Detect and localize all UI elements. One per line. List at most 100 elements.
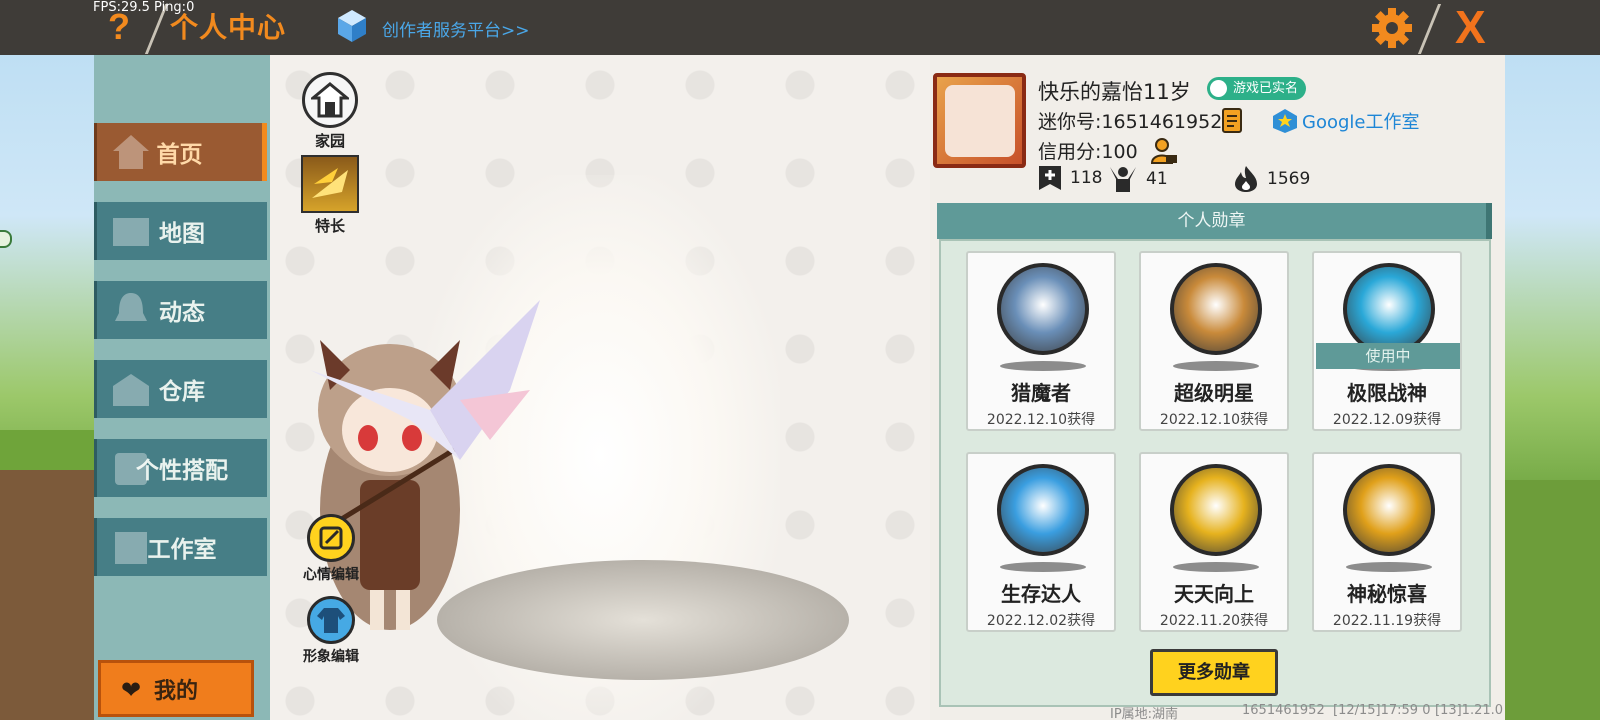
medal-icon [1170, 464, 1262, 556]
badge-name: 生存达人 [1001, 582, 1081, 606]
copy-icon[interactable] [1221, 107, 1245, 134]
appearance-edit-label: 形象编辑 [303, 649, 359, 665]
badge-date: 2022.12.10获得 [1159, 412, 1269, 428]
my-button[interactable]: ❤ 我的 [98, 660, 254, 717]
bell-icon [115, 293, 147, 321]
medal-shadow [1000, 562, 1086, 572]
warehouse-icon [113, 374, 149, 406]
mood-edit-button[interactable]: 心情编辑 [303, 514, 359, 584]
sidebar-item-label: 仓库 [159, 379, 205, 405]
divider [1417, 4, 1442, 54]
footer-build: [13]1.21.0 [1435, 703, 1504, 718]
sidebar-item-map[interactable]: 地图 [94, 202, 267, 260]
medal-shadow [1173, 361, 1259, 371]
talent-icon [312, 168, 348, 198]
sidebar-item-studio[interactable]: 工作室 [94, 518, 267, 576]
outfit-icon [115, 453, 147, 485]
in-use-label: 使用中 [1316, 343, 1460, 369]
home-button[interactable]: 家园 [302, 72, 358, 151]
paper-crane-pet [310, 300, 540, 460]
house-icon [311, 82, 349, 118]
sidebar-item-home[interactable]: 首页 [94, 123, 267, 181]
edit-icon [319, 526, 343, 550]
ip-location: IP属地:湖南 [1110, 707, 1179, 720]
my-button-label: 我的 [153, 678, 198, 704]
studio-label: Google工作室 [1302, 112, 1420, 133]
badge-name: 神秘惊喜 [1347, 582, 1427, 606]
talent-button[interactable]: 特长 [301, 155, 359, 236]
mini-id: 迷你号:1651461952 [1038, 111, 1223, 133]
badge-card[interactable]: 超级明星 2022.12.10获得 [1139, 251, 1289, 431]
fans-icon [1110, 167, 1136, 192]
medal-shadow [1000, 361, 1086, 371]
heart-icon: ❤ [121, 676, 142, 704]
side-tab [0, 230, 12, 248]
badge-card[interactable]: 使用中极限战神 2022.12.09获得 [1312, 251, 1462, 431]
creator-platform-link[interactable]: 创作者服务平台>> [382, 16, 530, 41]
dirt-block [0, 470, 95, 720]
medal-shadow [1346, 562, 1432, 572]
top-bar: ? 个人中心 创作者服务平台>> X [0, 0, 1600, 55]
home-label: 家园 [314, 132, 345, 150]
avatar[interactable] [933, 73, 1026, 168]
sidebar-item-feed[interactable]: 动态 [94, 281, 267, 339]
badge-date: 2022.11.20获得 [1159, 613, 1269, 629]
appearance-edit-button[interactable]: 形象编辑 [303, 596, 359, 666]
badge-date: 2022.12.02获得 [986, 613, 1096, 629]
badge-card[interactable]: 天天向上 2022.11.20获得 [1139, 452, 1289, 632]
fps-readout: FPS:29.5 Ping:0 [93, 0, 195, 15]
badge-date: 2022.12.09获得 [1332, 412, 1442, 428]
credit-score: 信用分:100 [1038, 141, 1138, 163]
medal-icon [997, 464, 1089, 556]
talent-label: 特长 [314, 217, 345, 235]
footer-uid: 1651461952 [1242, 703, 1325, 718]
medal-icon [997, 263, 1089, 355]
sidebar-item-label: 地图 [159, 221, 205, 247]
badge-date: 2022.11.19获得 [1332, 613, 1442, 629]
sidebar-item-outfit[interactable]: 个性搭配 [94, 439, 267, 497]
credit-user-icon[interactable] [1150, 137, 1178, 165]
verified-icon [1210, 80, 1227, 97]
shirt-icon [317, 608, 345, 633]
medal-icon [1170, 263, 1262, 355]
sidebar-item-label: 工作室 [147, 537, 217, 563]
sidebar-item-label: 首页 [156, 142, 203, 168]
badges-header: 个人勋章 [937, 203, 1492, 239]
fans-count: 41 [1146, 169, 1168, 189]
username: 快乐的嘉怡11岁 [1038, 80, 1191, 104]
medal-icon [1343, 263, 1435, 355]
badge-name: 极限战神 [1347, 381, 1427, 405]
more-badges-button[interactable]: 更多勋章 [1150, 649, 1278, 696]
mood-edit-label: 心情编辑 [303, 567, 359, 583]
verified-badge: 游戏已实名 [1207, 77, 1307, 100]
badge-name: 天天向上 [1174, 582, 1254, 606]
added-count: 118 [1070, 168, 1103, 188]
badge-name: 超级明星 [1174, 381, 1254, 405]
fans-stat: 41 [1108, 165, 1168, 193]
studio-link[interactable]: Google工作室 [1272, 107, 1419, 135]
footer-time: [12/15]17:59 0 [1333, 703, 1431, 718]
sidebar-item-label: 动态 [159, 300, 205, 326]
heat-count: 1569 [1267, 169, 1311, 189]
badge-date: 2022.12.10获得 [986, 412, 1096, 428]
badge-name: 猎魔者 [1011, 381, 1071, 405]
medal-shadow [1173, 562, 1259, 572]
badge-card[interactable]: 神秘惊喜 2022.11.19获得 [1312, 452, 1462, 632]
home-icon [113, 135, 149, 169]
add-friend-icon [1039, 166, 1061, 190]
added-stat: 118 [1038, 165, 1102, 191]
badge-card[interactable]: 生存达人 2022.12.02获得 [966, 452, 1116, 632]
creator-cube-icon[interactable] [337, 9, 367, 43]
avatar-face [945, 85, 1015, 157]
gear-icon[interactable] [1370, 6, 1414, 50]
close-icon[interactable]: X [1455, 2, 1486, 52]
sidebar-item-warehouse[interactable]: 仓库 [94, 360, 267, 418]
medal-icon [1343, 464, 1435, 556]
studio-star-icon [1273, 109, 1297, 133]
grass-block-right [1505, 480, 1600, 720]
heat-stat: 1569 [1233, 165, 1310, 193]
badge-card[interactable]: 猎魔者 2022.12.10获得 [966, 251, 1116, 431]
map-icon [113, 218, 149, 246]
fire-icon [1235, 166, 1257, 192]
studio-icon [115, 532, 147, 564]
